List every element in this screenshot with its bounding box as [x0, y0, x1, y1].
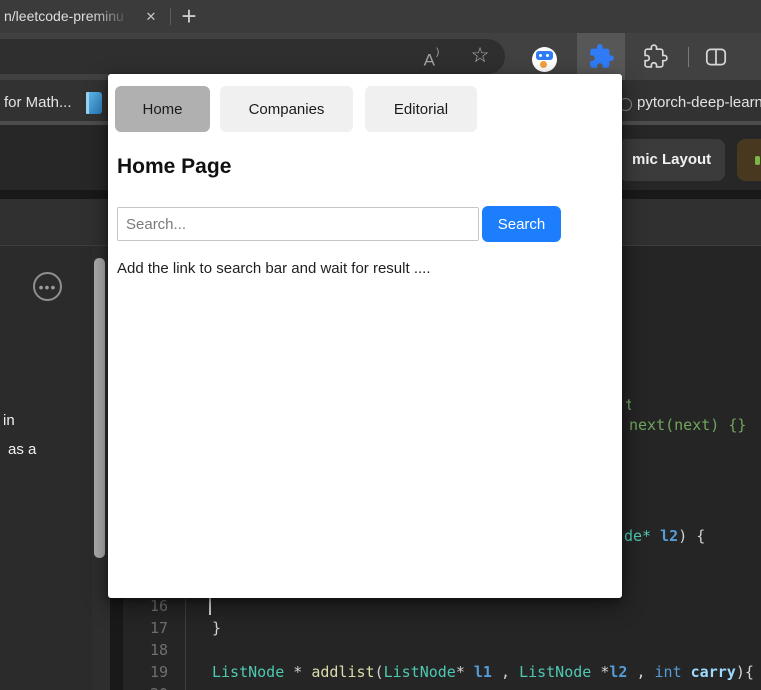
dynamic-layout-button[interactable]: mic Layout	[618, 139, 726, 181]
code-token: ListNode	[212, 663, 285, 681]
new-tab-icon[interactable]: +	[176, 1, 202, 31]
tab-close-icon[interactable]: ✕	[141, 7, 161, 27]
code-line[interactable]: 19 ListNode * addlist(ListNode* l1 , List…	[123, 661, 761, 683]
code-line[interactable]: 20	[123, 683, 761, 690]
code-token: *	[591, 663, 610, 681]
premium-button-dot	[755, 156, 760, 165]
line-number: 19	[149, 663, 168, 681]
active-extension-puzzle-icon[interactable]	[588, 43, 615, 70]
code-token: carry	[690, 663, 736, 681]
read-aloud-icon[interactable]: A)	[416, 45, 446, 70]
code-token: ,	[627, 663, 655, 681]
read-aloud-letter: A	[423, 50, 435, 70]
toolbar-separator	[688, 47, 689, 67]
popup-tab-companies[interactable]: Companies	[220, 86, 353, 132]
code-token: ListNode	[519, 663, 592, 681]
browser-tab-bar: n/leetcode-preminu ✕ +	[0, 0, 761, 33]
text-cursor	[209, 598, 211, 615]
code-token: *	[284, 663, 312, 681]
code-token: }	[212, 619, 222, 637]
popup-caption: Add the link to search bar and wait for …	[117, 260, 431, 277]
extension-robot-icon[interactable]	[532, 47, 557, 72]
favorites-star-icon[interactable]: ☆	[466, 42, 494, 70]
line-number: 18	[149, 641, 168, 659]
line-number: 16	[149, 597, 168, 615]
premium-button-fragment[interactable]	[737, 139, 761, 181]
line-number: 20	[123, 685, 168, 690]
code-token: de*	[624, 527, 652, 545]
code-line[interactable]: 18	[123, 639, 761, 661]
code-line[interactable]: 16	[123, 595, 761, 617]
code-fragment-next: next(next) {}	[629, 416, 747, 434]
search-button[interactable]: Search	[482, 206, 561, 242]
split-screen-icon[interactable]	[702, 44, 730, 70]
code-token: ,	[491, 663, 520, 681]
tab-title-fade	[92, 0, 140, 33]
problem-panel: ••• in as a	[0, 246, 92, 690]
bookmark-item-math[interactable]: for Math...	[4, 94, 72, 111]
code-token: int	[654, 663, 682, 681]
line-number: 17	[149, 619, 168, 637]
read-aloud-wave: )	[436, 47, 440, 58]
robot-eye	[539, 54, 542, 57]
code-token: addlist	[311, 663, 375, 681]
more-options-icon[interactable]: •••	[33, 272, 62, 301]
panel-text-fragment: as a	[8, 441, 37, 458]
code-text: ListNode * addlist(ListNode* l1 , ListNo…	[212, 663, 754, 681]
code-token: (	[374, 663, 384, 681]
code-token: l1	[473, 663, 492, 681]
panel-scrollbar-thumb[interactable]	[94, 258, 105, 558]
code-token: ){	[735, 663, 754, 681]
panel-text-fragment: in	[3, 412, 15, 429]
search-input[interactable]	[117, 207, 479, 241]
robot-eye	[546, 54, 549, 57]
popup-tab-home[interactable]: Home	[115, 86, 210, 132]
browser-toolbar: A) ☆	[0, 33, 761, 80]
code-line[interactable]: 17}	[123, 617, 761, 639]
code-text: }	[212, 619, 221, 637]
code-fragment-sliver: t	[625, 396, 631, 414]
code-token: l2	[609, 663, 628, 681]
extension-popup: Home Companies Editorial Home Page Searc…	[108, 74, 622, 598]
extensions-puzzle-icon[interactable]	[643, 44, 668, 69]
robot-nose	[540, 61, 547, 68]
tab-separator	[170, 8, 171, 25]
code-lines: 16 17} 18 19 ListNode * addlist(ListNode* l1…	[123, 595, 761, 690]
screenshot-root: n/leetcode-preminu ✕ + A) ☆ for Math... …	[0, 0, 761, 690]
code-token: ListNode	[383, 663, 456, 681]
code-token: l2	[660, 527, 679, 545]
code-token: *	[455, 663, 474, 681]
popup-tab-editorial[interactable]: Editorial	[365, 86, 477, 132]
bookmark-item-pytorch[interactable]: pytorch-deep-learn	[637, 94, 761, 111]
book-icon[interactable]	[86, 92, 102, 114]
popup-page-title: Home Page	[117, 155, 232, 178]
code-fragment-listnode: de* l2) {	[624, 527, 705, 545]
code-token: ) {	[678, 527, 706, 545]
